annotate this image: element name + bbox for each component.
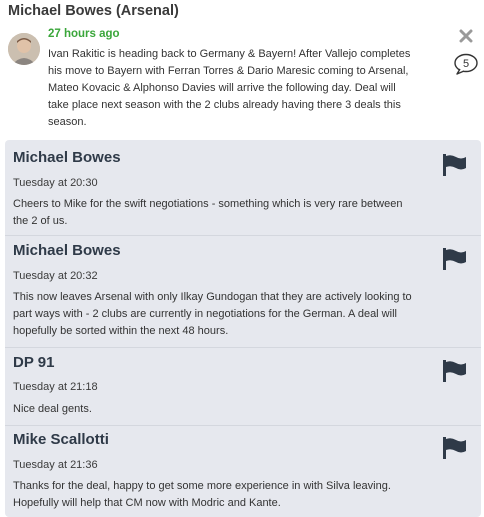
flag-icon [443, 360, 466, 382]
page-title: Michael Bowes (Arsenal) [8, 3, 179, 19]
report-flag-button[interactable] [442, 359, 468, 383]
comment-timestamp: Tuesday at 21:36 [13, 459, 98, 471]
comment-author[interactable]: DP 91 [13, 354, 54, 371]
comment-item: Mike Scallotti Tuesday at 21:36 Thanks f… [5, 426, 481, 517]
comment-author[interactable]: Michael Bowes [13, 149, 121, 166]
comment-text: Nice deal gents. [13, 403, 92, 415]
comments-button[interactable]: 5 [453, 53, 479, 75]
comment-author[interactable]: Michael Bowes [13, 242, 121, 259]
comment-timestamp: Tuesday at 20:30 [13, 177, 98, 189]
comment-timestamp: Tuesday at 21:18 [13, 381, 98, 393]
post-body: Ivan Rakitic is heading back to Germany … [48, 48, 411, 128]
flag-icon [443, 248, 466, 270]
post: 27 hours ago Ivan Rakitic is heading bac… [0, 26, 484, 138]
report-flag-button[interactable] [442, 436, 468, 460]
post-timestamp: 27 hours ago [48, 28, 120, 40]
comments-panel: Michael Bowes Tuesday at 20:30 Cheers to… [5, 140, 481, 517]
comment-text: This now leaves Arsenal with only Ilkay … [13, 291, 412, 337]
avatar-image [8, 33, 40, 65]
report-flag-button[interactable] [442, 247, 468, 271]
comment-author[interactable]: Mike Scallotti [13, 431, 109, 448]
comment-text: Thanks for the deal, happy to get some m… [13, 480, 391, 509]
flag-icon [443, 437, 466, 459]
comment-text: Cheers to Mike for the swift negotiation… [13, 198, 403, 227]
comment-count: 5 [463, 58, 469, 70]
avatar[interactable] [8, 33, 40, 65]
close-button[interactable] [459, 29, 473, 43]
flag-icon [443, 154, 466, 176]
close-icon [459, 29, 473, 43]
comment-timestamp: Tuesday at 20:32 [13, 270, 98, 282]
report-flag-button[interactable] [442, 153, 468, 177]
comment-item: Michael Bowes Tuesday at 20:30 Cheers to… [5, 140, 481, 236]
comment-item: Michael Bowes Tuesday at 20:32 This now … [5, 236, 481, 348]
comment-bubble-icon: 5 [454, 53, 478, 75]
comment-item: DP 91 Tuesday at 21:18 Nice deal gents. [5, 348, 481, 426]
